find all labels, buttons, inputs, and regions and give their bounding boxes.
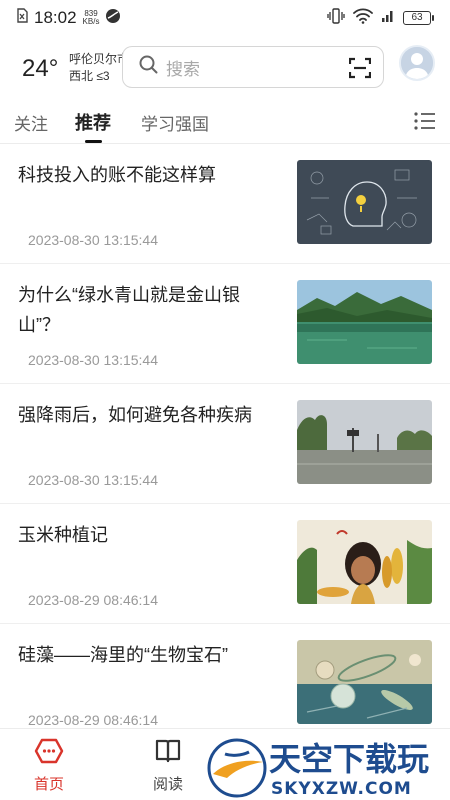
news-item[interactable]: 科技投入的账不能这样算 2023-08-30 13:15:44 bbox=[0, 144, 450, 264]
search-icon bbox=[139, 55, 158, 79]
book-icon bbox=[154, 739, 182, 769]
news-feed: 科技投入的账不能这样算 2023-08-30 13:15:44 为什么“绿水青山… bbox=[0, 144, 450, 744]
news-time: 2023-08-30 13:15:44 bbox=[28, 472, 158, 488]
battery-icon: 63 bbox=[403, 11, 434, 25]
nav-home[interactable]: 首页 bbox=[19, 737, 79, 794]
news-thumbnail-corn bbox=[297, 520, 432, 604]
news-time: 2023-08-30 13:15:44 bbox=[28, 352, 158, 368]
channel-menu-icon[interactable] bbox=[414, 112, 436, 135]
avatar-placeholder-icon bbox=[401, 47, 433, 79]
news-title: 玉米种植记 bbox=[18, 525, 108, 545]
weather-city: 呼伦贝尔市 bbox=[69, 52, 129, 66]
home-icon bbox=[34, 738, 64, 769]
signal-icon bbox=[381, 8, 395, 28]
news-item[interactable]: 为什么“绿水青山就是金山银山”？ 2023-08-30 13:15:44 bbox=[0, 264, 450, 384]
net-speed: 839 KB/s bbox=[83, 10, 100, 26]
news-thumbnail-diatoms bbox=[297, 640, 432, 724]
status-bar: 18:02 839 KB/s 63 bbox=[0, 0, 450, 36]
news-title: 硅藻——海里的“生物宝石” bbox=[18, 645, 228, 665]
nav-read[interactable]: 阅读 bbox=[138, 737, 198, 794]
wifi-icon bbox=[353, 8, 373, 29]
news-item[interactable]: 玉米种植记 2023-08-29 08:46:14 bbox=[0, 504, 450, 624]
tab-follow[interactable]: 关注 bbox=[14, 110, 48, 135]
status-left: 18:02 839 KB/s bbox=[16, 8, 121, 29]
vibrate-icon bbox=[327, 7, 345, 29]
nav-home-label: 首页 bbox=[33, 776, 64, 793]
status-right: 63 bbox=[327, 7, 434, 29]
net-speed-unit: KB/s bbox=[82, 17, 100, 26]
category-tabs: 关注 推荐 学习强国 bbox=[0, 100, 450, 144]
tab-xuexi-qiangguo[interactable]: 学习强国 bbox=[141, 110, 209, 135]
watermark-logo: 天空下载玩 SKYXZW.COM bbox=[205, 732, 450, 800]
app-notification-icon bbox=[105, 8, 121, 29]
news-title: 为什么“绿水青山就是金山银山”？ bbox=[18, 285, 240, 335]
news-time: 2023-08-29 08:46:14 bbox=[28, 592, 158, 608]
weather-temperature[interactable]: 24° bbox=[22, 55, 58, 83]
watermark-brand: 天空下载玩 bbox=[269, 740, 429, 778]
search-placeholder: 搜索 bbox=[166, 59, 200, 79]
header: 24° 呼伦贝尔市 西北 ≤3 搜索 bbox=[0, 40, 450, 96]
tab-recommend[interactable]: 推荐 bbox=[75, 109, 111, 135]
news-title: 科技投入的账不能这样算 bbox=[18, 165, 216, 185]
status-time: 18:02 bbox=[34, 8, 77, 27]
news-thumbnail-tech bbox=[297, 160, 432, 244]
scan-icon[interactable] bbox=[348, 57, 372, 84]
news-title: 强降雨后，如何避免各种疾病 bbox=[18, 405, 252, 425]
weather-wind: 西北 ≤3 bbox=[69, 69, 110, 83]
nav-read-label: 阅读 bbox=[152, 776, 183, 793]
battery-level: 63 bbox=[403, 11, 431, 25]
news-time: 2023-08-29 08:46:14 bbox=[28, 712, 158, 728]
sim-off-icon bbox=[16, 8, 28, 28]
news-item[interactable]: 硅藻——海里的“生物宝石” 2023-08-29 08:46:14 bbox=[0, 624, 450, 744]
news-thumbnail-lake bbox=[297, 280, 432, 364]
battery-tip bbox=[432, 15, 434, 21]
avatar[interactable] bbox=[399, 45, 435, 81]
weather-location[interactable]: 呼伦贝尔市 西北 ≤3 bbox=[69, 51, 129, 85]
news-item[interactable]: 强降雨后，如何避免各种疾病 2023-08-30 13:15:44 bbox=[0, 384, 450, 504]
news-time: 2023-08-30 13:15:44 bbox=[28, 232, 158, 248]
news-thumbnail-flood bbox=[297, 400, 432, 484]
search-input[interactable]: 搜索 bbox=[122, 46, 384, 88]
active-tab-indicator bbox=[85, 140, 102, 143]
watermark-domain: SKYXZW.COM bbox=[271, 779, 412, 799]
